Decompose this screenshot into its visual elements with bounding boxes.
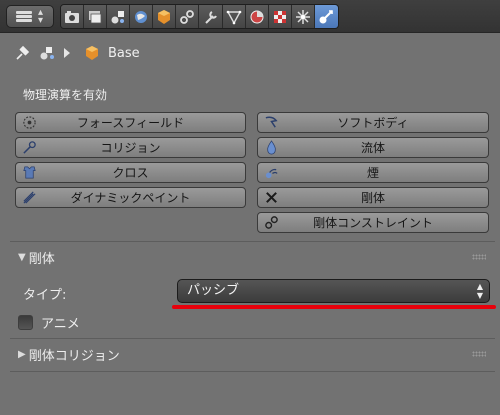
animated-label: アニメ — [41, 317, 80, 332]
triangle-down-icon: ▼ — [18, 252, 26, 263]
tab-texture[interactable] — [268, 5, 292, 28]
collision-icon — [23, 141, 36, 154]
rigid-body-panel-header[interactable]: ▼ 剛体 — [18, 248, 55, 267]
force-field-button[interactable]: フォースフィールド — [15, 112, 246, 133]
object-icon — [158, 9, 171, 24]
cloth-button[interactable]: クロス — [15, 162, 246, 183]
divider — [10, 241, 495, 242]
cloth-icon — [23, 166, 36, 179]
properties-panel: Base 物理演算を有効 フォースフィールド コリジョン クロス ダイナミックペ… — [0, 34, 500, 415]
render-icon — [65, 10, 80, 23]
tab-world[interactable] — [130, 5, 154, 28]
object-name: Base — [108, 45, 140, 61]
divider — [10, 338, 495, 339]
soft-body-button[interactable]: ソフトボディ — [257, 112, 489, 133]
properties-header: ▴ ▾ — [0, 0, 500, 33]
rigid-body-constraint-icon — [265, 216, 278, 229]
animated-checkbox[interactable] — [18, 315, 33, 330]
modifiers-icon — [204, 10, 217, 24]
particles-icon — [295, 9, 310, 24]
fluid-button[interactable]: 流体 — [257, 137, 489, 158]
tab-render-layers[interactable] — [84, 5, 108, 28]
object-icon — [86, 46, 98, 60]
physics-title: 物理演算を有効 — [23, 88, 108, 102]
animated-checkbox-row[interactable]: アニメ — [18, 313, 80, 332]
soft-body-icon — [265, 116, 278, 128]
tab-data[interactable] — [222, 5, 246, 28]
pin-icon[interactable] — [14, 45, 30, 61]
force-field-icon — [23, 116, 36, 129]
rigid-body-panel-title: 剛体 — [28, 252, 55, 267]
divider — [10, 371, 495, 372]
material-icon — [250, 10, 264, 23]
rigid-body-constraint-button[interactable]: 剛体コンストレイント — [257, 212, 489, 233]
properties-tabs — [60, 4, 339, 29]
rigid-body-collision-panel-header[interactable]: ▶ 剛体コリジョン — [18, 345, 120, 364]
constraints-icon — [180, 9, 195, 24]
highlight-underline — [172, 305, 496, 309]
remove-x-icon — [266, 192, 277, 203]
type-label: タイプ: — [23, 288, 67, 303]
render-layers-icon — [89, 10, 102, 23]
tab-constraints[interactable] — [176, 5, 200, 28]
tab-object[interactable] — [153, 5, 177, 28]
smoke-button[interactable]: 煙 — [257, 162, 489, 183]
tab-material[interactable] — [245, 5, 269, 28]
triangle-right-icon: ▶ — [18, 349, 26, 360]
world-icon — [135, 10, 148, 23]
scene-icon — [40, 47, 54, 60]
data-icon — [226, 10, 241, 24]
properties-editor-icon — [16, 10, 32, 23]
editor-type-button[interactable]: ▴ ▾ — [6, 5, 54, 28]
rigid-body-button[interactable]: 剛体 — [257, 187, 489, 208]
chevron-updown-icon: ▴ ▾ — [38, 7, 44, 26]
rigid-body-collision-panel-title: 剛体コリジョン — [28, 349, 120, 364]
tab-physics[interactable] — [314, 5, 338, 28]
scene-icon — [111, 10, 125, 23]
fluid-icon — [267, 140, 276, 155]
rigid-body-type-value: パッシブ — [187, 283, 240, 298]
tab-scene[interactable] — [107, 5, 131, 28]
texture-icon — [273, 10, 286, 23]
tab-render[interactable] — [61, 5, 85, 28]
tab-particles[interactable] — [291, 5, 315, 28]
smoke-icon — [265, 168, 278, 179]
drag-grip-icon[interactable] — [472, 254, 486, 260]
dynamic-paint-button[interactable]: ダイナミックペイント — [15, 187, 246, 208]
rigid-body-type-select[interactable]: パッシブ ▲ ▼ — [177, 279, 490, 303]
chevron-right-icon — [64, 48, 70, 58]
breadcrumb: Base — [14, 42, 140, 64]
updown-arrow-icon: ▲ ▼ — [476, 282, 483, 300]
tab-modifiers[interactable] — [199, 5, 223, 28]
physics-icon — [319, 9, 334, 23]
dynamic-paint-icon — [23, 191, 36, 204]
drag-grip-icon[interactable] — [472, 351, 486, 357]
collision-button[interactable]: コリジョン — [15, 137, 246, 158]
